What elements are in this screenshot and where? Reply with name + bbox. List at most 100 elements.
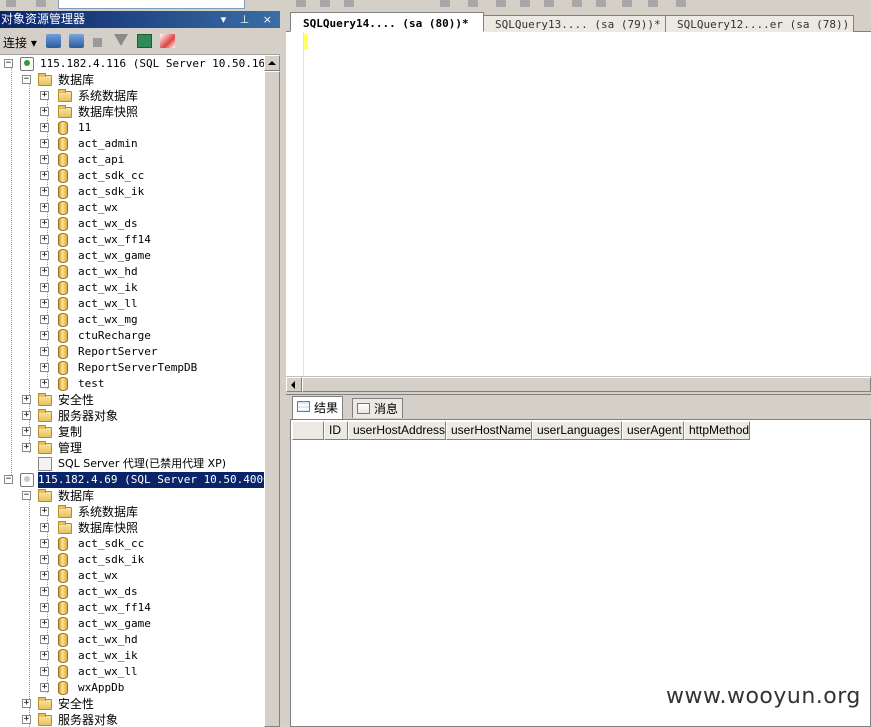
tree-guide xyxy=(11,67,12,481)
tab-sqlquery14[interactable]: SQLQuery14.... (sa (80))* xyxy=(290,12,484,32)
expand-icon[interactable]: + xyxy=(40,587,49,596)
expand-icon[interactable]: + xyxy=(40,219,49,228)
expand-icon[interactable]: + xyxy=(22,715,31,724)
connect-button[interactable]: 连接 ▾ xyxy=(3,34,37,51)
expand-icon[interactable]: + xyxy=(40,379,49,388)
toolbar-icon[interactable] xyxy=(496,0,506,7)
expand-icon[interactable]: + xyxy=(40,331,49,340)
tab-results[interactable]: 结果 xyxy=(292,396,344,419)
toolbar-icon[interactable] xyxy=(468,0,478,7)
expand-icon[interactable]: + xyxy=(40,683,49,692)
editor-hscrollbar[interactable] xyxy=(286,376,871,392)
toolbar-icon[interactable] xyxy=(36,0,46,7)
toolbar-icon[interactable] xyxy=(596,0,606,7)
row-header-corner[interactable] xyxy=(292,421,324,440)
expand-icon[interactable]: + xyxy=(22,411,31,420)
toolbar-icon[interactable] xyxy=(320,0,330,7)
expand-icon[interactable]: + xyxy=(40,187,49,196)
expand-icon[interactable]: + xyxy=(40,299,49,308)
database-icon xyxy=(58,121,68,135)
database-label: act_sdk_ik xyxy=(78,553,145,566)
expand-icon[interactable]: + xyxy=(22,443,31,452)
results-grid[interactable]: ID userHostAddress userHostName userLang… xyxy=(290,419,871,727)
toolbar-icon[interactable] xyxy=(544,0,554,7)
expand-icon[interactable]: + xyxy=(40,507,49,516)
expand-icon[interactable]: + xyxy=(40,155,49,164)
tab-sqlquery12[interactable]: SQLQuery12....er (sa (78)) xyxy=(664,15,854,32)
toolbar-icon[interactable] xyxy=(572,0,582,7)
tab-messages[interactable]: 消息 xyxy=(352,398,404,418)
column-header[interactable]: userLanguages xyxy=(532,421,622,440)
folder-icon xyxy=(38,713,52,726)
filter-icon[interactable] xyxy=(114,34,128,46)
scroll-up-icon[interactable] xyxy=(264,55,280,71)
collapse-icon[interactable]: − xyxy=(4,475,13,484)
tree-guide xyxy=(29,499,30,727)
column-header[interactable]: userHostName xyxy=(446,421,532,440)
pane-buttons[interactable]: ▾ ⊥ × xyxy=(221,11,277,28)
connect-icon[interactable] xyxy=(46,34,61,48)
expand-icon[interactable]: + xyxy=(40,203,49,212)
toolbar-icon[interactable] xyxy=(676,0,686,7)
toolbar-icon[interactable] xyxy=(622,0,632,7)
toolbar-icon[interactable] xyxy=(440,0,450,7)
snapshots-label: 数据库快照 xyxy=(78,105,139,119)
refresh-icon[interactable] xyxy=(137,34,152,48)
toolbar-icon[interactable] xyxy=(520,0,530,7)
database-label: act_wx_ff14 xyxy=(78,233,151,246)
editor-caret xyxy=(304,34,308,49)
database-icon xyxy=(58,185,68,199)
expand-icon[interactable]: + xyxy=(40,171,49,180)
column-header[interactable]: userAgent xyxy=(622,421,684,440)
tab-sqlquery13[interactable]: SQLQuery13.... (sa (79))* xyxy=(482,15,666,32)
database-label: act_wx_hd xyxy=(78,633,138,646)
collapse-icon[interactable]: − xyxy=(22,491,31,500)
expand-icon[interactable]: + xyxy=(40,315,49,324)
expand-icon[interactable]: + xyxy=(40,235,49,244)
expand-icon[interactable]: + xyxy=(40,283,49,292)
expand-icon[interactable]: + xyxy=(40,139,49,148)
database-combo[interactable] xyxy=(58,0,245,9)
toolbar-icon[interactable] xyxy=(296,0,306,7)
expand-icon[interactable]: + xyxy=(40,123,49,132)
collapse-icon[interactable]: − xyxy=(22,75,31,84)
toolbar-icon[interactable] xyxy=(344,0,354,7)
database-icon xyxy=(58,377,68,391)
expand-icon[interactable]: + xyxy=(40,619,49,628)
expand-icon[interactable]: + xyxy=(40,251,49,260)
expand-icon[interactable]: + xyxy=(40,555,49,564)
query-editor[interactable] xyxy=(286,32,871,376)
expand-icon[interactable]: + xyxy=(40,539,49,548)
expand-icon[interactable]: + xyxy=(40,91,49,100)
expand-icon[interactable]: + xyxy=(40,523,49,532)
expand-icon[interactable]: + xyxy=(40,107,49,116)
database-icon xyxy=(58,585,68,599)
expand-icon[interactable]: + xyxy=(40,347,49,356)
stop-icon[interactable] xyxy=(93,38,102,47)
toolbar-icon[interactable] xyxy=(648,0,658,7)
expand-icon[interactable]: + xyxy=(40,571,49,580)
column-header[interactable]: userHostAddress xyxy=(348,421,446,440)
disconnect-icon[interactable] xyxy=(69,34,84,48)
scrollbar-thumb[interactable] xyxy=(302,377,871,392)
expand-icon[interactable]: + xyxy=(22,699,31,708)
scroll-left-icon[interactable] xyxy=(286,377,302,392)
expand-icon[interactable]: + xyxy=(22,395,31,404)
expand-icon[interactable]: + xyxy=(40,667,49,676)
expand-icon[interactable]: + xyxy=(40,651,49,660)
expand-icon[interactable]: + xyxy=(40,267,49,276)
summary-icon[interactable] xyxy=(160,34,175,48)
expand-icon[interactable]: + xyxy=(40,363,49,372)
scrollbar-thumb[interactable] xyxy=(264,71,280,727)
databases-label: 数据库 xyxy=(58,73,95,87)
column-header[interactable]: ID xyxy=(324,421,348,440)
expand-icon[interactable]: + xyxy=(40,603,49,612)
folder-icon xyxy=(38,441,52,454)
database-icon xyxy=(58,569,68,583)
tree-scrollbar[interactable] xyxy=(264,55,280,727)
toolbar-icon[interactable] xyxy=(6,0,16,7)
expand-icon[interactable]: + xyxy=(40,635,49,644)
column-header[interactable]: httpMethod xyxy=(684,421,750,440)
collapse-icon[interactable]: − xyxy=(4,59,13,68)
expand-icon[interactable]: + xyxy=(22,427,31,436)
